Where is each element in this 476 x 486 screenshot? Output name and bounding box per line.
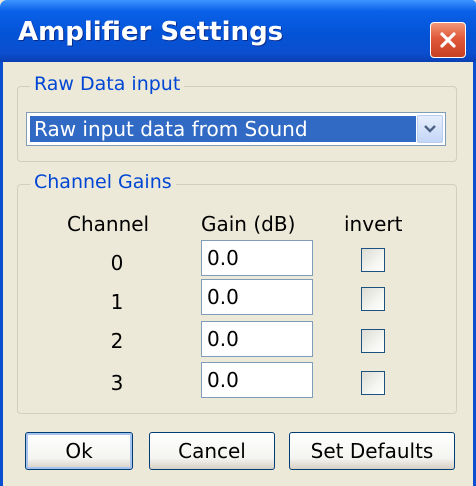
gain-input-channel-3[interactable]: 0.0 xyxy=(201,362,313,398)
invert-checkbox-channel-2[interactable] xyxy=(361,329,385,353)
gain-input-channel-1[interactable]: 0.0 xyxy=(201,279,313,315)
channel-1-label: 1 xyxy=(110,290,124,314)
channel-2-label: 2 xyxy=(110,329,124,353)
invert-column-header: invert xyxy=(344,212,403,236)
invert-checkbox-channel-1[interactable] xyxy=(361,287,385,311)
gain-input-channel-0[interactable]: 0.0 xyxy=(201,240,313,276)
set-defaults-button[interactable]: Set Defaults xyxy=(289,432,455,470)
invert-checkbox-channel-0[interactable] xyxy=(361,248,385,272)
close-button[interactable] xyxy=(430,22,466,58)
gain-input-channel-2[interactable]: 0.0 xyxy=(201,321,313,357)
gain-column-header: Gain (dB) xyxy=(201,212,296,236)
raw-data-input-label: Raw Data input xyxy=(30,73,185,95)
title-bar[interactable]: Amplifier Settings xyxy=(0,0,476,62)
raw-input-selected-value: Raw input data from Sound xyxy=(30,116,416,142)
close-icon xyxy=(440,32,456,48)
amplifier-settings-dialog: Amplifier Settings Raw Data input Raw in… xyxy=(0,0,476,486)
channel-gains-label: Channel Gains xyxy=(30,171,176,193)
ok-button[interactable]: Ok xyxy=(25,432,133,470)
raw-input-select[interactable]: Raw input data from Sound xyxy=(26,112,446,146)
invert-checkbox-channel-3[interactable] xyxy=(361,371,385,395)
cancel-button[interactable]: Cancel xyxy=(149,432,275,470)
window-title: Amplifier Settings xyxy=(18,17,284,47)
dropdown-button[interactable] xyxy=(417,115,443,143)
channel-column-header: Channel xyxy=(67,212,150,236)
channel-0-label: 0 xyxy=(110,251,124,275)
channel-3-label: 3 xyxy=(110,371,124,395)
chevron-down-icon xyxy=(424,125,436,133)
